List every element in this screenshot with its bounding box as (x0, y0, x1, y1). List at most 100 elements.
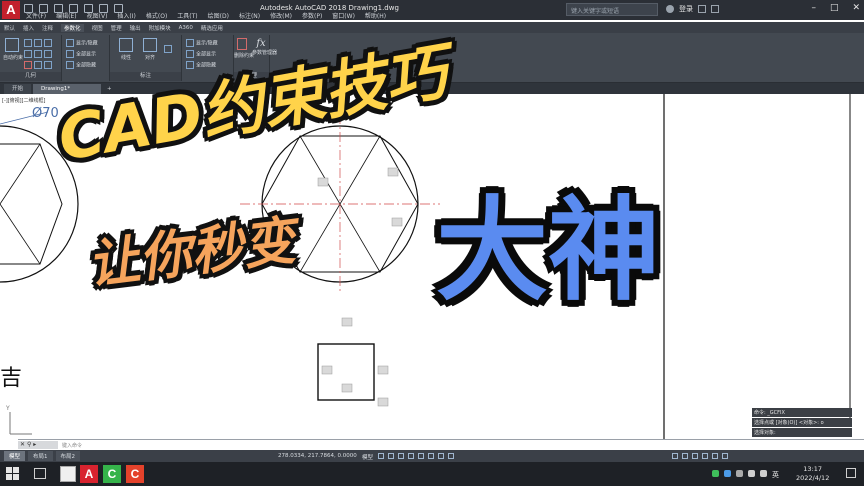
radius-icon[interactable] (164, 45, 172, 53)
constraint-marker[interactable] (387, 167, 399, 177)
constraint-marker[interactable] (391, 217, 403, 227)
constraint-marker[interactable] (377, 397, 389, 407)
ribbon-tab[interactable]: 默认 (4, 24, 15, 32)
ribbon-tab[interactable]: 视图 (92, 24, 103, 32)
customize-icon[interactable] (722, 453, 728, 459)
menu-item[interactable]: 参数(P) (302, 12, 322, 22)
menu-item[interactable]: 标注(N) (239, 12, 260, 22)
fix-icon[interactable] (24, 50, 32, 58)
input-method-indicator[interactable]: 英 (772, 470, 779, 480)
model-space-button[interactable]: 模型 (362, 453, 373, 461)
tangent-icon[interactable] (24, 61, 32, 69)
collinear-icon[interactable] (34, 39, 42, 47)
left-hexagon[interactable] (0, 143, 63, 265)
clock-time: 13:17 (803, 465, 823, 473)
constraint-marker[interactable] (341, 383, 353, 393)
coincident-icon[interactable] (24, 39, 32, 47)
command-history-line: 选择点或 [对象(O)] <对象>: o (752, 418, 852, 427)
concentric-icon[interactable] (44, 39, 52, 47)
viewport-label[interactable]: [-][俯视][二维线框] (2, 97, 46, 104)
clock-date: 2022/4/12 (796, 474, 830, 482)
hide-all-button[interactable]: 全部隐藏 (66, 61, 96, 69)
workspace-icon[interactable] (682, 453, 688, 459)
taskbar-app-blank[interactable] (60, 466, 76, 482)
chevron-up-icon[interactable] (736, 470, 743, 477)
annotation-scale-icon[interactable] (672, 453, 678, 459)
notification-icon[interactable] (846, 468, 856, 478)
constraint-marker[interactable] (321, 365, 333, 375)
command-history-line: 命令: _GCFIX (752, 408, 852, 417)
show-hide-icon (66, 39, 74, 47)
left-diag-1 (0, 203, 41, 265)
lineweight-icon[interactable] (438, 453, 444, 459)
network-icon[interactable] (748, 470, 755, 477)
geometric-display-group: 显示/隐藏 全部显示 全部隐藏 (62, 35, 110, 81)
taskbar-app-red-icon[interactable]: C (126, 465, 144, 483)
close-cmd-icon[interactable]: ✕ (20, 441, 25, 448)
ribbon-tab[interactable]: A360 (179, 25, 193, 31)
status-tools (672, 453, 728, 459)
tab-layout2[interactable]: 布局2 (55, 451, 81, 461)
volume-icon[interactable] (760, 470, 767, 477)
constraint-marker[interactable] (341, 317, 353, 327)
menu-item[interactable]: 绘图(D) (208, 12, 229, 22)
tab-layout1[interactable]: 布局1 (28, 451, 53, 461)
taskbar-autocad-icon[interactable]: A (80, 465, 98, 483)
menu-item[interactable]: 文件(F) (26, 12, 46, 22)
snap-icon[interactable] (388, 453, 394, 459)
menu-item[interactable]: 窗口(W) (332, 12, 355, 22)
ortho-icon[interactable] (398, 453, 404, 459)
show-hide-button[interactable]: 显示/隐藏 (66, 39, 98, 47)
aligned-button[interactable]: 对齐 (140, 38, 160, 61)
customize-cmd-icon[interactable]: ⚲ (27, 441, 31, 448)
command-input[interactable]: 键入命令 (62, 442, 82, 449)
clock[interactable]: 13:17 2022/4/12 (796, 465, 829, 483)
menu-item[interactable]: 帮助(H) (365, 12, 386, 22)
menu-item[interactable]: 修改(M) (270, 12, 292, 22)
grid-icon[interactable] (378, 453, 384, 459)
menu-item[interactable]: 格式(O) (146, 12, 167, 22)
recent-cmd-icon[interactable]: ▸ (33, 441, 36, 448)
tray-app-icon[interactable] (724, 470, 731, 477)
perpendicular-icon[interactable] (44, 50, 52, 58)
command-history-line: 选择对象: (752, 428, 852, 437)
start-button[interactable] (6, 467, 20, 481)
ribbon-tab[interactable]: 插入 (23, 24, 34, 32)
geometric-group: 自动约束 几何 (0, 35, 62, 81)
ribbon-tab[interactable]: 精选应用 (201, 24, 223, 32)
menu-item[interactable]: 插入(I) (117, 12, 135, 22)
dim-show-hide-button[interactable]: 显示/隐藏 (186, 39, 218, 47)
osnap-icon[interactable] (418, 453, 424, 459)
command-line[interactable]: ✕ ⚲ ▸ 键入命令 (18, 439, 864, 449)
menu-item[interactable]: 编辑(E) (56, 12, 76, 22)
tab-start[interactable]: 开始 (4, 84, 32, 94)
auto-constrain-button[interactable]: 自动约束 (3, 38, 23, 61)
task-view-icon[interactable] (34, 468, 46, 479)
dim-show-all-button[interactable]: 全部显示 (186, 50, 216, 58)
ribbon-tab[interactable]: 输出 (130, 24, 141, 32)
otrack-icon[interactable] (428, 453, 434, 459)
smooth-icon[interactable] (34, 61, 42, 69)
symmetric-icon[interactable] (44, 61, 52, 69)
clean-screen-icon[interactable] (712, 453, 718, 459)
ribbon-tab[interactable]: 注释 (42, 24, 53, 32)
parallel-icon[interactable] (34, 50, 42, 58)
constraint-marker[interactable] (377, 365, 389, 375)
menu-item[interactable]: 工具(T) (177, 12, 197, 22)
constraint-marker[interactable] (317, 177, 329, 187)
transparency-icon[interactable] (448, 453, 454, 459)
taskbar-app-green-icon[interactable]: C (103, 465, 121, 483)
menu-item[interactable]: 视图(V) (87, 12, 108, 22)
windows-taskbar: A C C 英 13:17 2022/4/12 (0, 462, 864, 486)
ribbon-tab[interactable]: 附加模块 (149, 24, 171, 32)
ribbon-tab[interactable]: 参数化 (61, 23, 84, 32)
wechat-icon[interactable] (712, 470, 719, 477)
hardware-accel-icon[interactable] (702, 453, 708, 459)
ribbon-tab[interactable]: 管理 (111, 24, 122, 32)
linear-button[interactable]: 线性 (116, 38, 136, 61)
tab-model[interactable]: 模型 (4, 451, 26, 461)
show-all-button[interactable]: 全部显示 (66, 50, 96, 58)
command-history: 命令: _GCFIX 选择点或 [对象(O)] <对象>: o 选择对象: (752, 408, 852, 438)
isolate-icon[interactable] (692, 453, 698, 459)
polar-icon[interactable] (408, 453, 414, 459)
